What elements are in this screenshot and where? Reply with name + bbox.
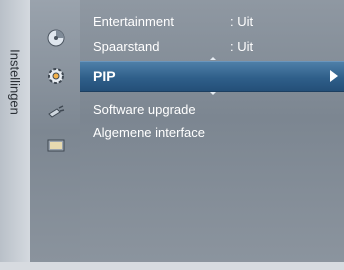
menu-list: Entertainment : Uit Spaarstand : Uit PIP… bbox=[80, 0, 344, 262]
bottom-strip bbox=[0, 262, 344, 270]
category-label: Instellingen bbox=[7, 49, 23, 115]
category-tab[interactable]: Instellingen bbox=[0, 0, 30, 262]
menu-item-software-upgrade[interactable]: Software upgrade bbox=[80, 100, 344, 120]
tv-menu-screen: Instellingen Entertainment : Uit Spaarst… bbox=[0, 0, 344, 270]
scroll-down-indicator-icon bbox=[210, 92, 216, 95]
menu-item-algemene-interface[interactable]: Algemene interface bbox=[80, 123, 344, 143]
menu-item-label: Software upgrade bbox=[93, 102, 196, 117]
menu-item-label: Entertainment bbox=[93, 14, 174, 29]
tv-input-icon[interactable] bbox=[46, 136, 66, 156]
menu-item-spaarstand[interactable]: Spaarstand : Uit bbox=[80, 37, 344, 57]
menu-item-entertainment[interactable]: Entertainment : Uit bbox=[80, 12, 344, 32]
menu-item-label: Algemene interface bbox=[93, 125, 206, 140]
menu-item-value: : Uit bbox=[230, 14, 254, 29]
menu-item-label: Spaarstand bbox=[93, 39, 160, 54]
scroll-up-indicator-icon bbox=[210, 57, 216, 60]
menu-icon-column bbox=[30, 0, 80, 262]
submenu-arrow-icon bbox=[330, 70, 338, 82]
menu-item-value: : Uit bbox=[230, 39, 254, 54]
menu-item-pip[interactable]: PIP bbox=[80, 61, 344, 92]
menu-item-label: PIP bbox=[93, 68, 116, 84]
gear-icon[interactable] bbox=[46, 66, 66, 86]
plug-icon[interactable] bbox=[46, 102, 66, 122]
disc-icon[interactable] bbox=[46, 28, 66, 48]
